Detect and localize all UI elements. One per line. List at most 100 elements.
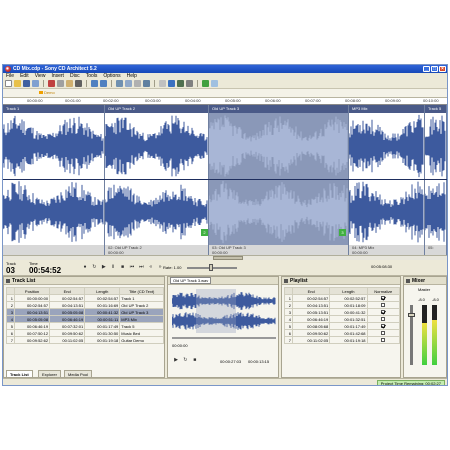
table-cell: 4 [6, 315, 15, 323]
ripple-icon[interactable] [186, 80, 193, 87]
tab-explorer[interactable]: Explorer [38, 370, 61, 377]
envelope-icon[interactable] [134, 80, 141, 87]
table-row[interactable]: 7 00:11:02:05 00:01:19:18 [284, 336, 401, 344]
table-row[interactable]: 3 00:05:13:51 00:00:41:32 [284, 308, 401, 316]
go-to-start-icon[interactable]: ⏮ [128, 264, 136, 271]
column-header[interactable]: Title (CD Text) [119, 287, 164, 295]
pause-icon[interactable]: Ⅱ [109, 264, 117, 271]
fader-thumb[interactable] [408, 313, 415, 317]
rate-slider-thumb[interactable] [209, 264, 213, 271]
table-row[interactable]: 5 00:08:05:68 00:01:17:49 [284, 322, 401, 330]
paste-icon[interactable] [66, 80, 73, 87]
column-header[interactable]: Length [329, 287, 368, 295]
properties-icon[interactable] [32, 80, 39, 87]
zoom-icon[interactable] [116, 80, 123, 87]
editor-selection[interactable] [196, 289, 236, 333]
track-region[interactable]: MP3 Mix 04: MP3 Mix 00:00:00 [349, 105, 425, 255]
panel-title: Playlist [282, 277, 400, 285]
table-row[interactable]: 2 00:04:13:51 00:01:18:09 [284, 301, 401, 309]
rate-slider[interactable] [187, 264, 237, 271]
open-folder-icon[interactable] [14, 80, 21, 87]
lock-icon[interactable] [159, 80, 166, 87]
cut-icon[interactable] [48, 80, 55, 87]
table-cell: 6 [6, 329, 15, 337]
undo-icon[interactable] [91, 80, 98, 87]
table-cell: 00:04:13:51 [291, 301, 331, 309]
table-cell: 00:08:05:68 [291, 322, 331, 330]
table-row[interactable]: 3 00:04:13:51 00:05:05:08 00:00:41:32 Old UP… [6, 308, 164, 316]
editor-file-select[interactable]: Old UP Track 3.wav [170, 277, 212, 284]
table-row[interactable]: 1 00:02:54:57 00:02:52:57 [284, 294, 401, 302]
time-ruler[interactable]: 00:00:00 00:01:00 00:02:00 00:03:00 00:0… [3, 98, 447, 105]
normalize-checkbox[interactable] [381, 296, 386, 301]
normalize-cell [366, 315, 401, 323]
table-row[interactable]: 6 00:09:50:62 00:01:42:68 [284, 329, 401, 337]
maximize-button[interactable]: □ [431, 66, 438, 72]
help-icon[interactable] [211, 80, 218, 87]
table-row[interactable]: 7 00:09:52:62 00:11:02:05 00:01:19:18 Guitar… [6, 336, 164, 344]
go-to-end-icon[interactable]: ⏭ [137, 264, 145, 271]
playlist-table[interactable]: End Length Normalize 1 00:02:54:57 00:02:5… [284, 287, 401, 344]
editor-time-length: 00:00:13:15 [248, 359, 270, 364]
loop-icon[interactable]: ↻ [90, 264, 98, 271]
table-cell: 00:05:05:08 [49, 308, 86, 316]
table-cell: 5 [6, 322, 15, 330]
redo-icon[interactable] [100, 80, 107, 87]
track-region[interactable]: Track 1 [3, 105, 105, 255]
tab-media-pool[interactable]: Media Pool [64, 370, 93, 377]
delete-icon[interactable] [75, 80, 82, 87]
normalize-checkbox[interactable] [381, 324, 386, 329]
window-title: CD Mix.cdp - Sony CD Architect 5.2 [13, 66, 97, 72]
table-row[interactable]: 2 00:02:54:57 00:04:13:51 00:01:16:69 Old UP… [6, 301, 164, 309]
column-header[interactable]: Position [13, 287, 51, 295]
app-window: CD Mix.cdp - Sony CD Architect 5.2 _ □ ×… [2, 64, 448, 386]
play-icon[interactable]: ▶ [172, 357, 180, 364]
stop-icon[interactable]: ■ [119, 264, 127, 271]
column-header[interactable]: Normalize [366, 287, 401, 295]
cursor-icon[interactable] [125, 80, 132, 87]
table-row[interactable]: 4 00:05:05:08 00:06:46:19 00:00:51:11 MP3 Mi… [6, 315, 164, 323]
normalize-checkbox[interactable] [381, 303, 386, 308]
table-row[interactable]: 6 00:07:50:12 00:09:50:62 00:01:30:50 Music … [6, 329, 164, 337]
play-icon[interactable]: ▶ [100, 264, 108, 271]
rewind-icon[interactable]: « [147, 264, 155, 271]
track-list-table[interactable]: Position End Length Title (CD Text) 1 00:… [6, 287, 164, 344]
table-row[interactable]: 1 00:00:00:00 00:02:54:57 00:02:54:57 Track … [6, 294, 164, 302]
ruler-tick: 00:08:00 [345, 98, 361, 103]
record-icon[interactable]: ● [81, 264, 89, 271]
track-list-panel: Track List Position End Length Title (CD… [3, 276, 165, 378]
normalize-checkbox[interactable] [381, 331, 386, 336]
stop-icon[interactable]: ■ [191, 357, 199, 364]
column-header[interactable]: End [49, 287, 86, 295]
track-region[interactable]: Old UP Track 2 02: Old UP Track 2 00:00:0… [105, 105, 209, 255]
normalize-checkbox[interactable] [381, 310, 386, 315]
save-icon[interactable] [23, 80, 30, 87]
table-cell: 4 [284, 315, 293, 323]
new-file-icon[interactable] [5, 80, 12, 87]
center-line [3, 179, 447, 180]
waveform-tracks[interactable]: Track 1 Old UP Track 2 02: Old UP Track … [3, 105, 447, 255]
column-header[interactable]: Length [84, 287, 121, 295]
table-row[interactable]: 5 00:06:46:19 00:07:32:01 00:01:17:49 Track … [6, 322, 164, 330]
mixer-panel: Mixer Master -8.0 -8.0 [403, 276, 447, 378]
column-header [6, 287, 15, 295]
track-region[interactable]: Track 5 05: [425, 105, 447, 255]
editor-scroll[interactable] [172, 337, 276, 339]
loop-icon[interactable]: ↻ [181, 357, 189, 364]
cd-marker[interactable]: Demo [39, 90, 55, 95]
copy-icon[interactable] [57, 80, 64, 87]
master-fader[interactable] [408, 305, 415, 365]
burn-disc-icon[interactable] [202, 80, 209, 87]
region-icon[interactable] [168, 80, 175, 87]
normalize-checkbox[interactable] [381, 317, 386, 322]
normalize-checkbox[interactable] [381, 338, 386, 343]
table-row[interactable]: 4 00:06:46:19 00:01:32:51 [284, 315, 401, 323]
table-cell: Track 5 [119, 322, 164, 330]
snap-icon[interactable] [143, 80, 150, 87]
tab-track-list[interactable]: Track List [6, 370, 33, 377]
column-header[interactable]: End [291, 287, 331, 295]
close-button[interactable]: × [439, 66, 446, 72]
marker-icon[interactable] [177, 80, 184, 87]
minimize-button[interactable]: _ [423, 66, 430, 72]
track-region-selected[interactable]: Old UP Track 3 03: Old UP Track 3 00:00:0… [209, 105, 349, 255]
